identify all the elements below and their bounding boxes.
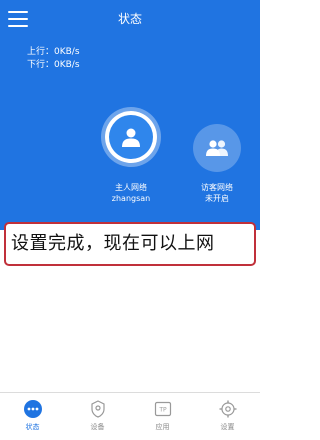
tab-status-label: 状态 — [25, 423, 40, 431]
guest-network-label: 访客网络 未开启 — [177, 182, 257, 204]
host-network-name: zhangsan — [111, 194, 151, 203]
status-header: 状态 上行：0KB/s 下行：0KB/s 主人网络 zhangsan 访客网络 … — [0, 0, 260, 230]
upload-speed: 上行：0KB/s — [27, 47, 80, 57]
host-network-label: 主人网络 zhangsan — [91, 182, 171, 204]
status-dots-icon — [23, 400, 42, 418]
svg-text:TP: TP — [158, 407, 167, 414]
gear-icon — [219, 400, 236, 418]
tab-status[interactable]: 状态 — [0, 393, 65, 440]
guest-network-status: 未开启 — [205, 194, 229, 203]
guest-network-button[interactable] — [193, 124, 241, 172]
tab-devices-label: 设备 — [90, 423, 105, 431]
tab-apps-label: 应用 — [155, 423, 170, 431]
tab-settings[interactable]: 设置 — [195, 393, 260, 440]
completion-banner: 设置完成，现在可以上网 — [4, 222, 256, 266]
devices-icon — [90, 400, 105, 418]
speed-readout: 上行：0KB/s 下行：0KB/s — [27, 46, 80, 72]
app-tp-icon: TP — [154, 401, 171, 417]
host-network-button[interactable] — [101, 107, 161, 167]
page-title: 状态 — [117, 12, 142, 26]
users-icon — [206, 140, 228, 156]
tab-settings-label: 设置 — [220, 423, 235, 431]
bottom-tab-bar: 状态 设备 TP 应用 设置 — [0, 392, 260, 440]
user-icon — [122, 128, 140, 147]
download-speed: 下行：0KB/s — [27, 60, 80, 70]
tab-apps[interactable]: TP 应用 — [130, 393, 195, 440]
tab-devices[interactable]: 设备 — [65, 393, 130, 440]
